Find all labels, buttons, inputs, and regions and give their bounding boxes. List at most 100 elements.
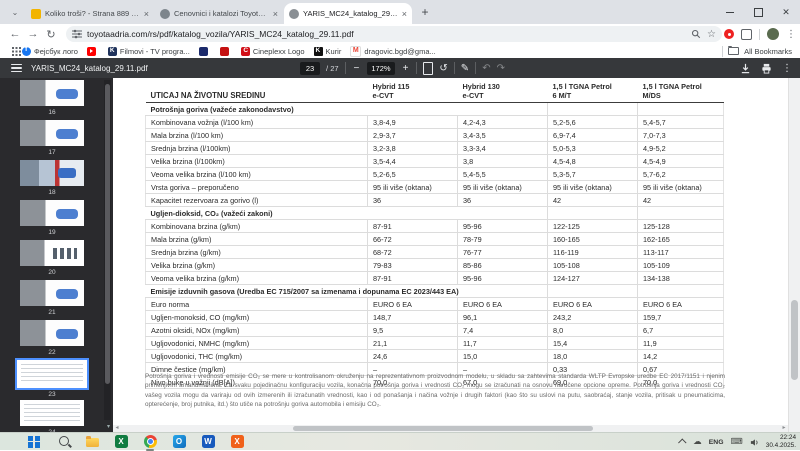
download-icon[interactable]: [740, 63, 751, 74]
scroll-right-icon[interactable]: ▸: [780, 425, 788, 432]
tab-close-icon[interactable]: ×: [402, 9, 407, 19]
tray-chevron-up-icon[interactable]: [678, 438, 687, 447]
thumbnail-image[interactable]: [20, 120, 84, 146]
page-thumbnail[interactable]: 17: [0, 120, 104, 156]
thumbnail-image[interactable]: [20, 200, 84, 226]
close-window-button[interactable]: ✕: [772, 0, 800, 24]
zoom-level[interactable]: 172%: [367, 61, 395, 75]
maximize-button[interactable]: [744, 0, 772, 24]
speaker-icon[interactable]: [750, 438, 759, 447]
thumbnail-image[interactable]: [15, 358, 89, 390]
thumbnail-image[interactable]: [20, 320, 84, 346]
bookmark-item[interactable]: [86, 46, 99, 56]
thumbnail-image[interactable]: [20, 240, 84, 266]
env-table: UTICAJ NA ŽIVOTNU SREDINU Hybrid 115 e-CVT…: [145, 80, 724, 389]
bookmark-item[interactable]: [198, 46, 211, 56]
tab-close-icon[interactable]: ×: [144, 9, 149, 19]
page-thumbnail[interactable]: 19: [0, 200, 104, 236]
chrome-taskbar-button[interactable]: [142, 434, 158, 451]
forward-button[interactable]: →: [24, 28, 42, 40]
thumbnail-image[interactable]: [20, 160, 84, 186]
table-row: Mala brzina (g/km) 66-72 78-79 160-165 162-1…: [145, 232, 724, 246]
taskbar-clock[interactable]: 22:24 30.4.2025.: [766, 434, 796, 451]
browser-menu-icon[interactable]: ⋮: [786, 29, 796, 40]
page-thumbnail[interactable]: 23: [0, 358, 104, 398]
tab-search-chevron-icon[interactable]: ⌄: [6, 3, 24, 21]
thumbnail-scroll-down-icon[interactable]: ▾: [104, 422, 113, 432]
fit-page-icon[interactable]: [423, 61, 434, 75]
zoom-page-icon[interactable]: [691, 29, 701, 39]
orange-app-taskbar-button[interactable]: X: [229, 434, 245, 450]
language-indicator[interactable]: ENG: [709, 439, 724, 446]
section-heading: Emisije izduvnih gasova (Uredba EC 715/2…: [145, 284, 548, 298]
print-icon[interactable]: [761, 63, 772, 74]
bookmark-item[interactable]: Filmovi - TV progra...: [107, 46, 190, 56]
browser-tab[interactable]: Koliko troši? - Strana 889 - GA ×: [26, 3, 154, 24]
bookmark-star-icon[interactable]: ☆: [707, 29, 716, 40]
redo-icon[interactable]: ↷: [497, 63, 505, 74]
vertical-scrollbar-thumb[interactable]: [791, 300, 798, 380]
gmail-bookmark-icon: [350, 45, 362, 57]
minimize-button[interactable]: [716, 0, 744, 24]
page-thumbnail[interactable]: 22: [0, 320, 104, 356]
row-value: 87-91: [367, 219, 458, 233]
bookmark-item[interactable]: Фејсбук лого: [22, 46, 78, 56]
extensions-puzzle-icon[interactable]: [741, 28, 752, 40]
annotate-pen-icon[interactable]: ✎: [461, 63, 469, 74]
facebook-bookmark-icon: [22, 46, 31, 56]
page-thumbnail[interactable]: 16: [0, 80, 104, 116]
tab-close-icon[interactable]: ×: [273, 9, 278, 19]
bookmark-item[interactable]: dragovic.bgd@gma...: [350, 45, 436, 57]
explorer-taskbar-button[interactable]: [84, 434, 100, 450]
row-label: Velika brzina (l/100km): [145, 154, 368, 168]
browser-tab[interactable]: YARIS_MC24_katalog_29.11.pdf×: [284, 3, 412, 24]
weather-cloud-icon[interactable]: ☁: [693, 437, 702, 447]
reload-button[interactable]: ↻: [42, 28, 60, 41]
bookmark-item[interactable]: Kurir: [313, 46, 341, 56]
undo-icon[interactable]: ↶: [482, 63, 490, 74]
adblock-extension-icon[interactable]: [724, 29, 734, 39]
new-tab-button[interactable]: +: [417, 5, 433, 21]
bookmark-item[interactable]: Cineplexx Logo: [240, 46, 305, 56]
apps-grid-icon[interactable]: [12, 47, 14, 49]
column-header: 1,5 l TGNA Petrol M/DS: [637, 80, 724, 103]
page-thumbnail[interactable]: 20: [0, 240, 104, 276]
tab-title: YARIS_MC24_katalog_29.11.pdf: [303, 9, 399, 18]
address-bar: ← → ↻ ⌂ toyotaadria.com/rs/pdf/katalog_v…: [0, 24, 800, 44]
horizontal-scrollbar-thumb[interactable]: [293, 426, 593, 431]
page-thumbnail[interactable]: 21: [0, 280, 104, 316]
pdf-menu-icon[interactable]: [11, 64, 22, 72]
start-taskbar-button[interactable]: [26, 434, 42, 450]
search-taskbar-button[interactable]: [55, 434, 71, 450]
browser-tab[interactable]: Cenovnici i katalozi Toyota voz ×: [155, 3, 283, 24]
outlook-taskbar-button[interactable]: O: [171, 434, 187, 450]
row-value: 2,9-3,7: [367, 128, 458, 142]
thumbnail-image[interactable]: [20, 80, 84, 106]
horizontal-scrollbar[interactable]: ◂ ▸: [113, 425, 788, 432]
back-button[interactable]: ←: [6, 28, 24, 40]
bookmark-item[interactable]: [219, 46, 232, 56]
site-info-tune-icon[interactable]: [72, 29, 82, 39]
row-value: 78-79: [457, 232, 548, 246]
section-row: Emisije izduvnih gasova (Uredba EC 715/2…: [145, 284, 724, 298]
pdf-more-menu-icon[interactable]: ⋮: [782, 63, 792, 74]
url-omnibox[interactable]: toyotaadria.com/rs/pdf/katalog_vozila/YA…: [66, 26, 722, 42]
column-header-line1: Hybrid 115: [372, 81, 410, 91]
excel-taskbar-button[interactable]: X: [113, 434, 129, 450]
profile-avatar[interactable]: [767, 28, 779, 40]
touch-keyboard-icon[interactable]: ⌨: [731, 437, 743, 447]
word-taskbar-button[interactable]: W: [200, 434, 216, 450]
page-thumbnail[interactable]: 18: [0, 160, 104, 196]
thumbnail-scrollbar[interactable]: [104, 80, 111, 420]
thumbnail-image[interactable]: [20, 280, 84, 306]
rotate-icon[interactable]: ↺: [439, 63, 447, 74]
scroll-left-icon[interactable]: ◂: [113, 425, 121, 432]
row-value: 4,9-5,2: [637, 141, 724, 155]
zoom-out-button[interactable]: −: [352, 63, 362, 74]
page-thumbnail[interactable]: 24: [0, 400, 104, 432]
zoom-in-button[interactable]: +: [401, 63, 411, 74]
vertical-scrollbar[interactable]: [788, 78, 800, 432]
thumbnail-image[interactable]: [20, 400, 84, 426]
page-number-input[interactable]: 23: [300, 61, 320, 75]
all-bookmarks-label[interactable]: All Bookmarks: [744, 47, 792, 56]
